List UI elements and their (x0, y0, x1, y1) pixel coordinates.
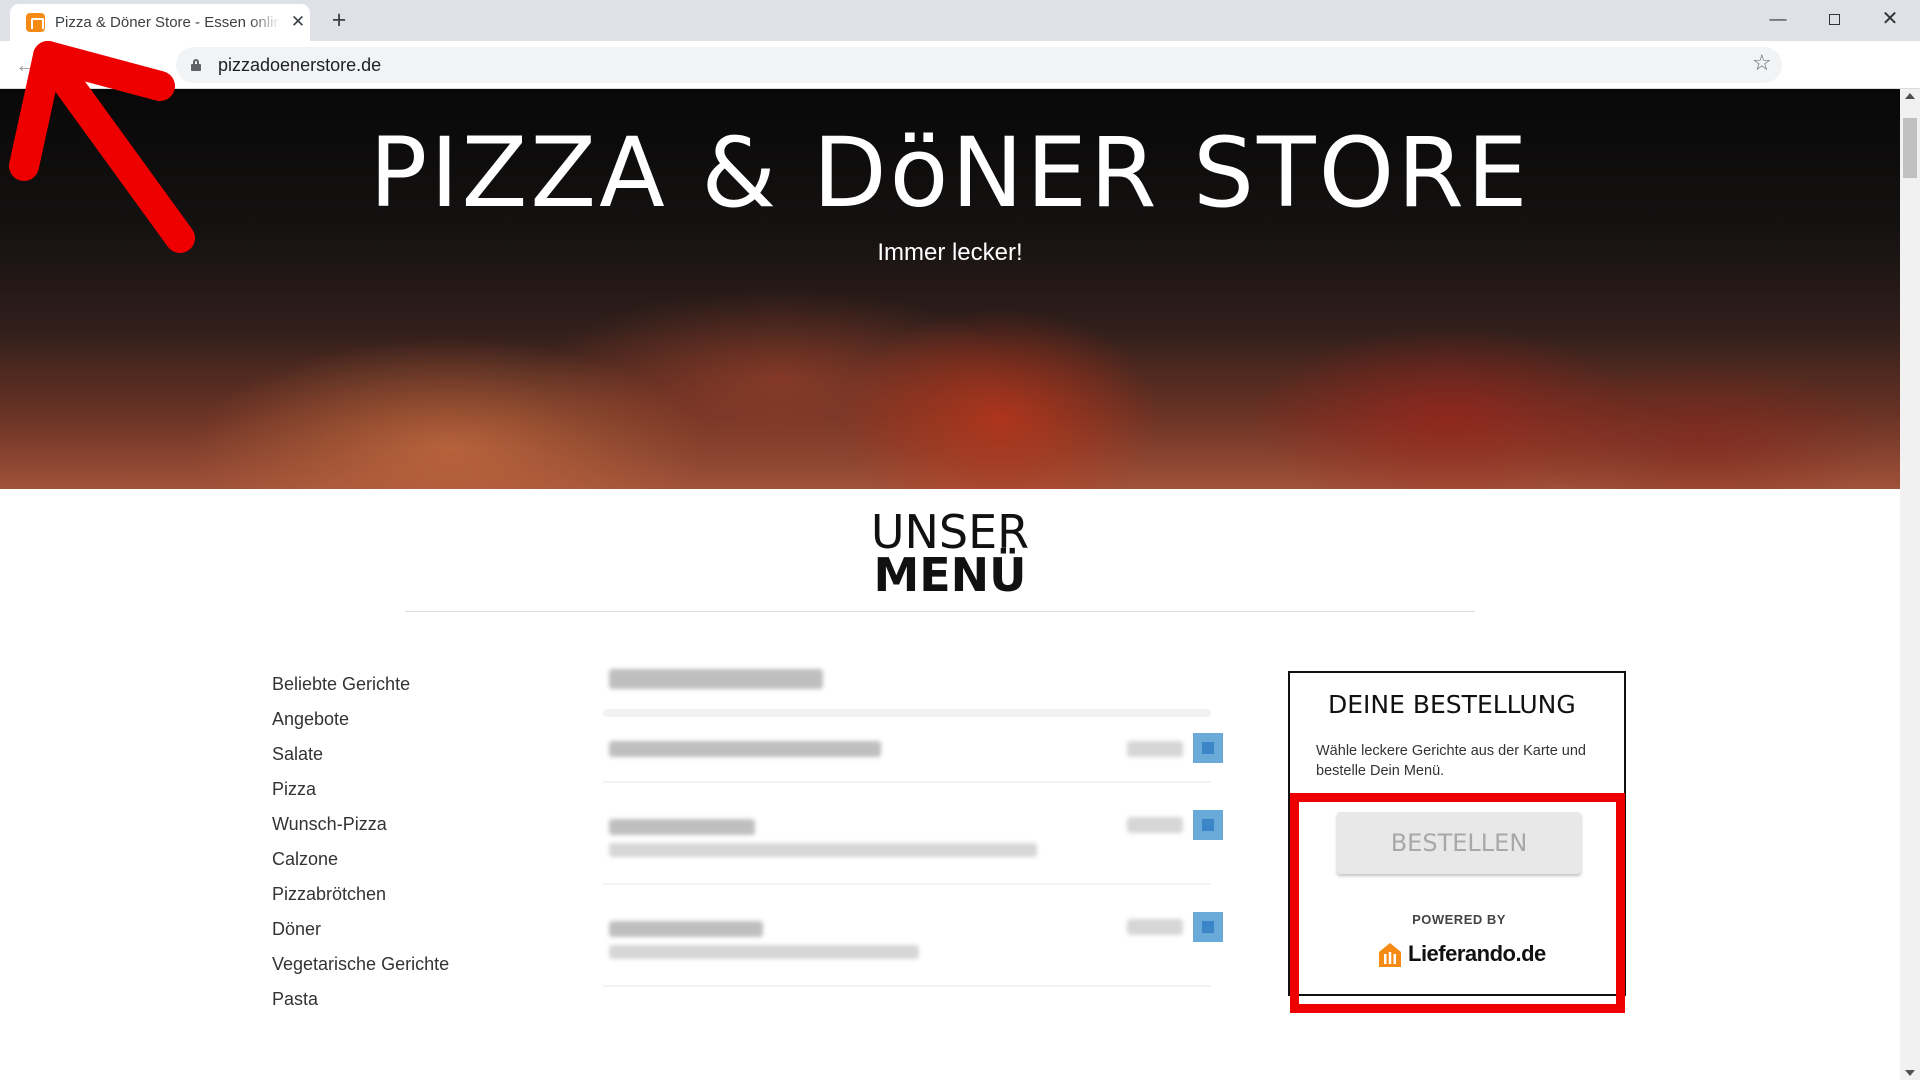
blurred-dish-price (1127, 741, 1183, 757)
maximize-window-button[interactable] (1806, 0, 1862, 40)
add-to-cart-button[interactable] (1193, 733, 1223, 763)
order-title: DEINE BESTELLUNG (1328, 690, 1576, 719)
category-item-pasta[interactable]: Pasta (272, 982, 449, 1017)
close-window-button[interactable]: ✕ (1862, 0, 1918, 40)
hero-banner: PIZZA & DöNER STORE Immer lecker! (0, 89, 1900, 489)
menu-heading-line2: MENÜ (873, 548, 1027, 602)
row-divider (603, 781, 1211, 783)
blurred-dish-description (609, 945, 919, 959)
category-item-wunsch-pizza[interactable]: Wunsch-Pizza (272, 807, 449, 842)
scroll-thumb[interactable] (1903, 118, 1917, 178)
new-tab-button[interactable]: + (325, 7, 353, 35)
menu-divider (405, 611, 1475, 612)
category-item-calzone[interactable]: Calzone (272, 842, 449, 877)
blurred-dish-name (609, 819, 755, 835)
blurred-dish-price (1127, 919, 1183, 935)
minimize-window-button[interactable]: — (1750, 0, 1806, 40)
page-scrollbar[interactable] (1900, 89, 1920, 1080)
browser-toolbar: ← pizzadoenerstore.de ☆ (0, 41, 1920, 89)
category-item-pizzabroetchen[interactable]: Pizzabrötchen (272, 877, 449, 912)
menu-heading: UNSER MENÜ (0, 509, 1900, 602)
row-divider (603, 985, 1211, 987)
category-item-salate[interactable]: Salate (272, 737, 449, 772)
category-item-beliebte-gerichte[interactable]: Beliebte Gerichte (272, 667, 449, 702)
tab-strip: Pizza & Döner Store - Essen online beste… (0, 0, 1920, 41)
category-nav: Beliebte Gerichte Angebote Salate Pizza … (272, 667, 449, 1017)
category-item-doener[interactable]: Döner (272, 912, 449, 947)
order-description: Wähle leckere Gerichte aus der Karte und… (1316, 743, 1586, 779)
category-item-vegetarische-gerichte[interactable]: Vegetarische Gerichte (272, 947, 449, 982)
blurred-dish-price (1127, 817, 1183, 833)
blurred-dish-name (609, 921, 763, 937)
category-item-pizza[interactable]: Pizza (272, 772, 449, 807)
red-arrow-annotation (9, 41, 195, 253)
bookmark-star-icon[interactable]: ☆ (1752, 50, 1772, 76)
blurred-dish-name (609, 741, 881, 757)
hero-subtitle: Immer lecker! (877, 239, 1023, 266)
close-tab-icon[interactable]: ✕ (287, 11, 309, 33)
scroll-up-arrow-icon[interactable] (1905, 93, 1915, 99)
address-bar[interactable]: pizzadoenerstore.de ☆ (176, 47, 1782, 83)
row-divider (603, 883, 1211, 885)
hero-title: PIZZA & DöNER STORE (369, 117, 1531, 229)
blurred-dish-description (609, 843, 1037, 857)
add-to-cart-button[interactable] (1193, 810, 1223, 840)
add-to-cart-button[interactable] (1193, 912, 1223, 942)
url-text[interactable]: pizzadoenerstore.de (218, 55, 381, 76)
scroll-down-arrow-icon[interactable] (1905, 1070, 1915, 1076)
section-divider (603, 709, 1211, 717)
highlight-box-annotation (1290, 793, 1625, 1013)
blurred-section-title (609, 669, 823, 689)
category-item-angebote[interactable]: Angebote (272, 702, 449, 737)
